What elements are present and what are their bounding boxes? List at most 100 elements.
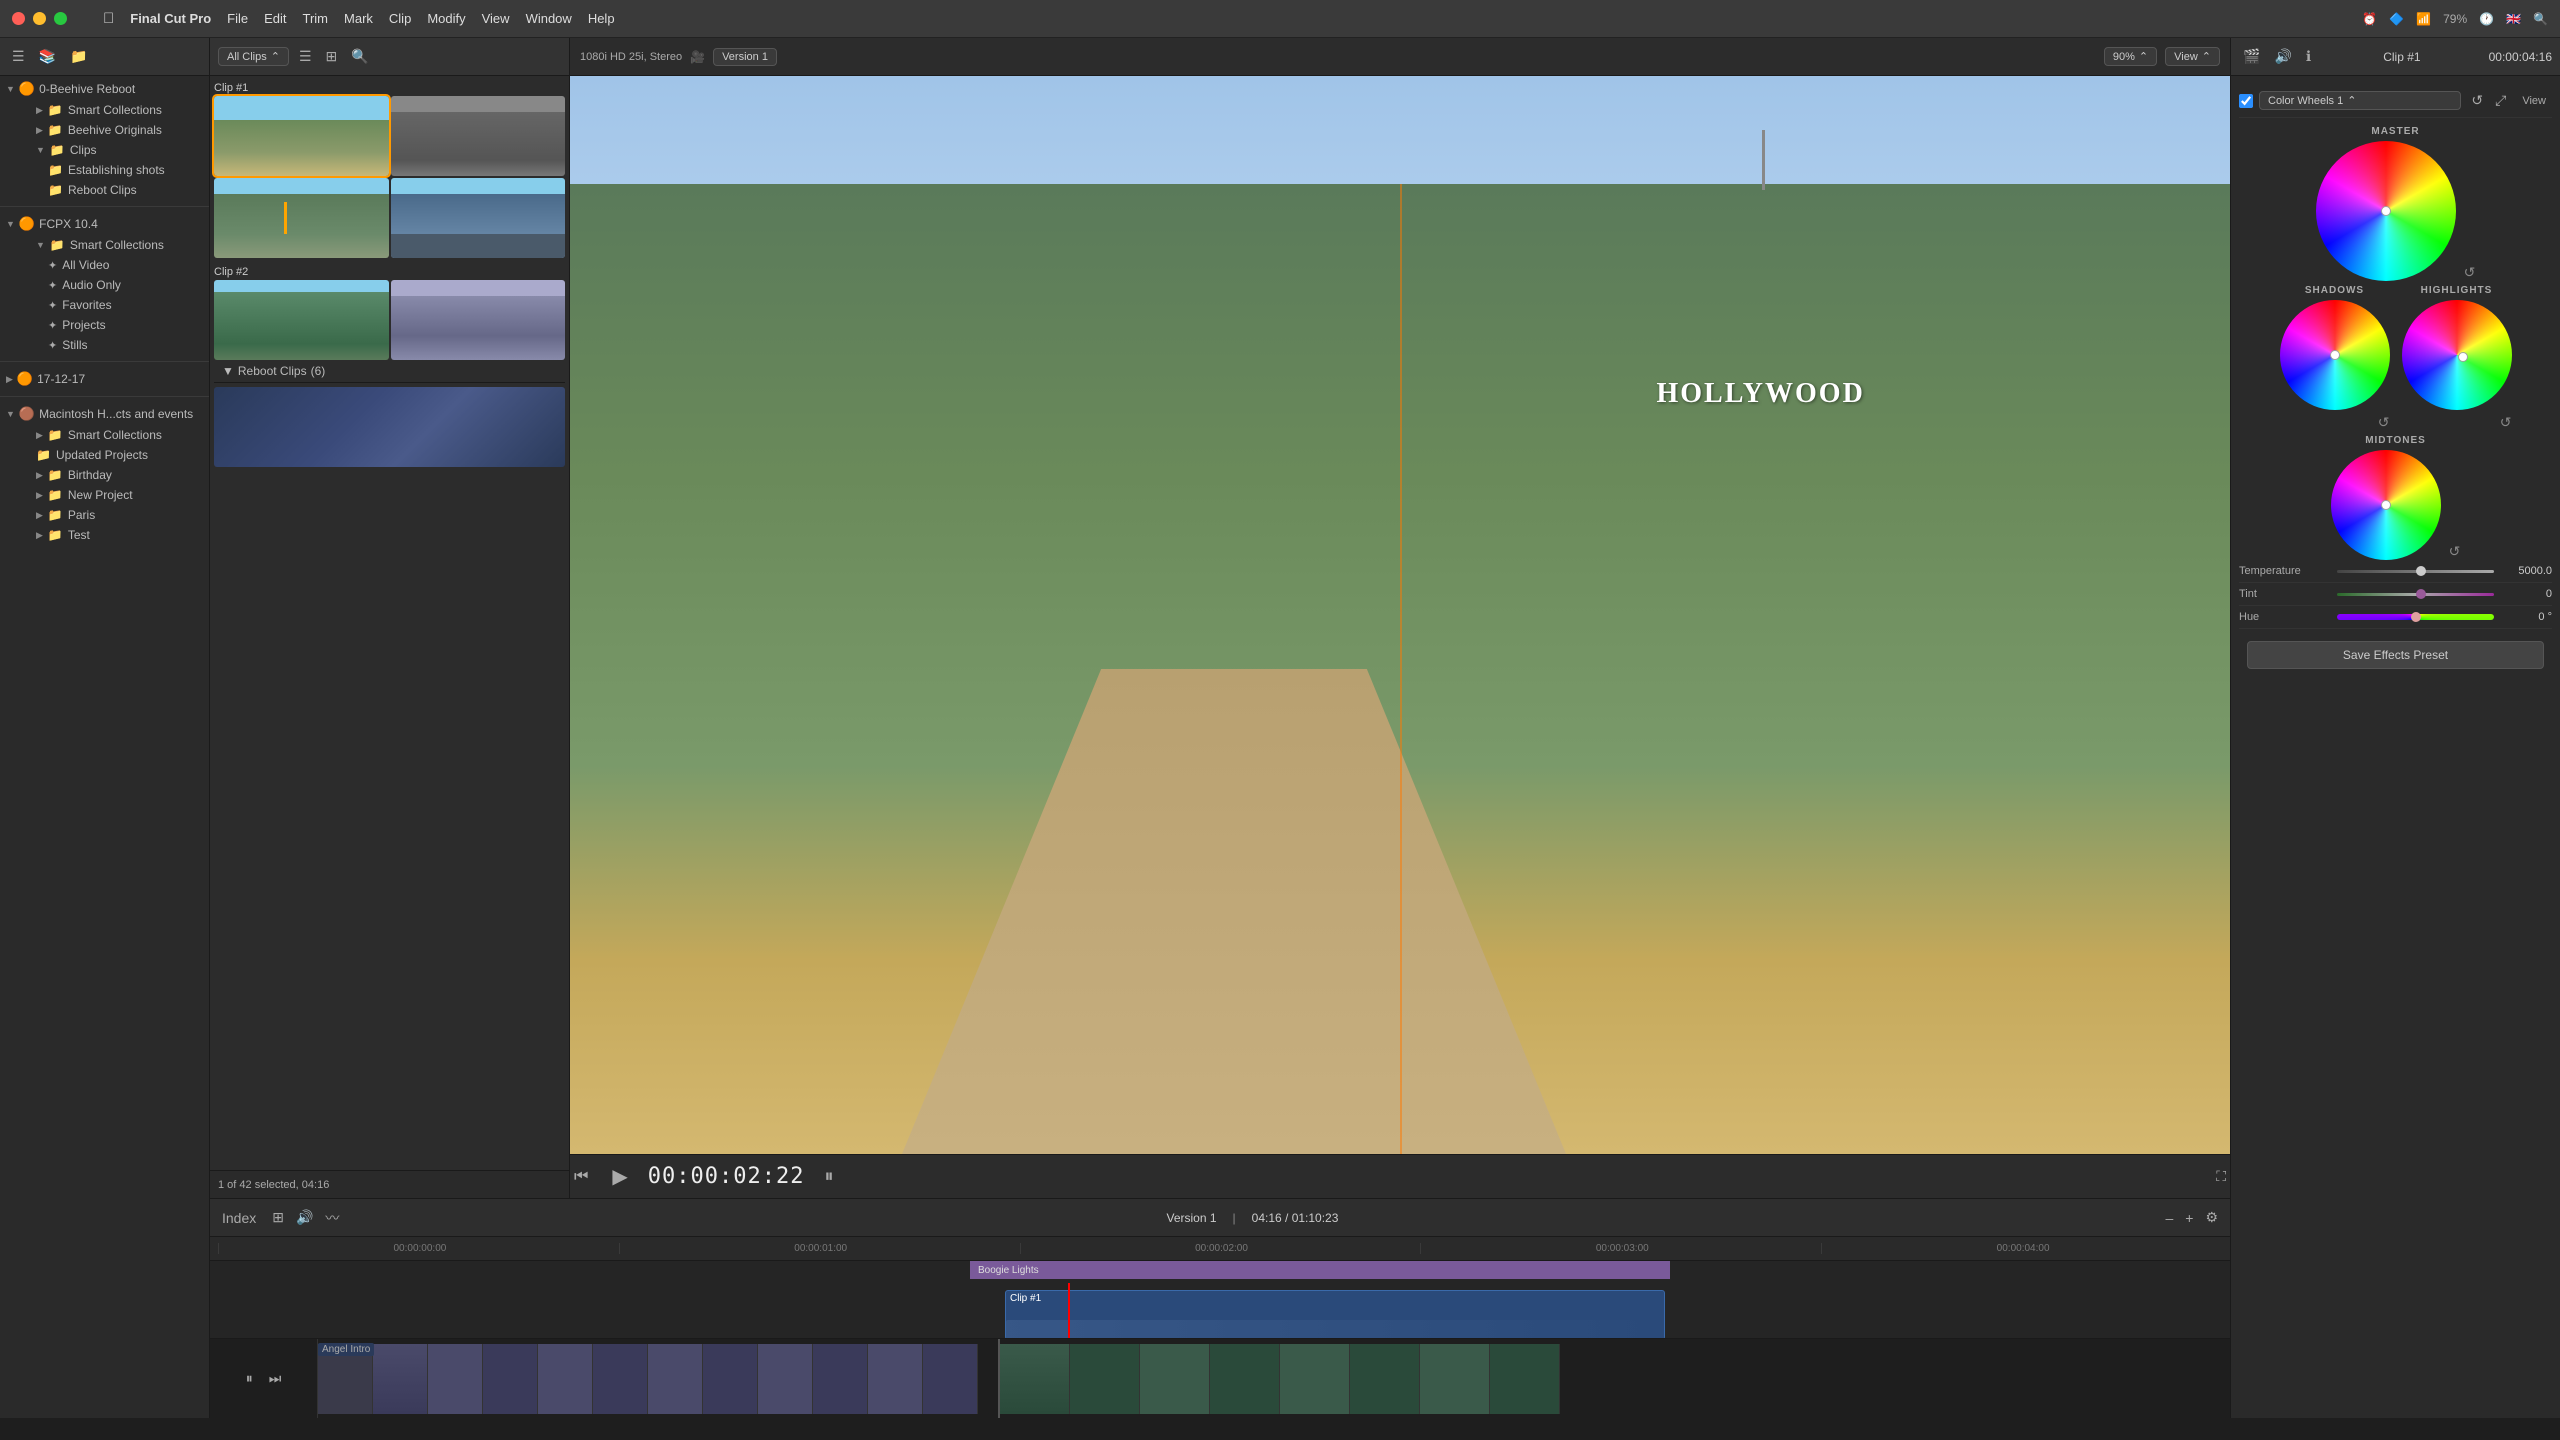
beehive-reboot-header[interactable]: ▼ 🟠 0-Beehive Reboot [0,78,209,100]
master-color-wheel[interactable] [2316,141,2456,281]
reboot-clips-section-header[interactable]: ▼ Reboot Clips (6) [214,360,565,383]
master-reset-button[interactable]: ↺ [2464,264,2476,281]
shadows-color-wheel[interactable] [2280,300,2390,410]
timeline-waveform-button[interactable]: 〰 [321,1206,343,1230]
save-effects-preset-button[interactable]: Save Effects Preset [2247,641,2544,669]
projects-star-icon: ✦ [48,319,57,332]
sidebar-item-test[interactable]: ▶ 📁 Test [0,525,209,545]
library-icon-button[interactable]: 📚 [35,46,60,67]
all-clips-dropdown[interactable]: All Clips ⌃ [218,47,289,66]
mark-menu-item[interactable]: Mark [344,11,373,26]
file-menu-item[interactable]: File [227,11,248,26]
pause-button[interactable]: ⏸ [821,1164,838,1189]
apple-menu[interactable]:  [103,10,114,27]
beehive-reboot-label: 0-Beehive Reboot [39,82,135,96]
modify-menu-item[interactable]: Modify [427,11,465,26]
clip-thumb-6[interactable] [391,280,566,360]
close-button[interactable] [12,12,25,25]
browser-filmstrip-view-button[interactable]: ⊞ [322,46,342,67]
sidebar-item-updated-projects[interactable]: 📁 Updated Projects [0,445,209,465]
highlights-color-wheel[interactable] [2402,300,2512,410]
fcpx-menu-item[interactable]: Final Cut Pro [130,11,211,26]
midtones-color-wheel[interactable] [2331,450,2441,560]
clip-thumb-1[interactable] [214,96,389,176]
sidebar-item-all-video[interactable]: ✦ All Video [0,255,209,275]
sidebar-item-favorites[interactable]: ✦ Favorites [0,295,209,315]
inspector-view-btn[interactable]: View [2516,93,2552,109]
timeline-zoom-in-button[interactable]: + [2181,1207,2197,1228]
temperature-value: 5000.0 [2502,565,2552,577]
inspector-video-button[interactable]: 🎬 [2239,46,2264,67]
wifi-icon: 📶 [2416,12,2431,26]
clip-thumb-5[interactable] [214,280,389,360]
clip-thumb-3[interactable] [214,178,389,258]
tint-slider[interactable] [2337,593,2494,596]
sidebar-item-audio-only[interactable]: ✦ Audio Only [0,275,209,295]
sidebar-item-reboot-clips[interactable]: 📁 Reboot Clips [0,180,209,200]
tint-thumb [2416,589,2426,599]
sidebar-item-clips[interactable]: ▼ 📁 Clips [0,140,209,160]
timeline-skip-button[interactable]: ⏭ [265,1368,286,1389]
clip1-track-block[interactable]: Clip #1 [1005,1290,1665,1338]
edit-menu-item[interactable]: Edit [264,11,286,26]
effect-enable-checkbox[interactable] [2239,94,2253,108]
highlights-reset-button[interactable]: ↺ [2500,414,2512,431]
sidebar-item-birthday[interactable]: ▶ 📁 Birthday [0,465,209,485]
inspector-info-button[interactable]: ℹ [2302,46,2315,67]
shadows-reset-button[interactable]: ↺ [2378,414,2390,431]
sidebar-toggle-button[interactable]: ☰ [8,46,29,67]
effect-expand-button[interactable]: ⤢ [2491,90,2510,111]
clip15-filmstrip [1000,1344,2230,1414]
clip-thumb-2[interactable] [391,96,566,176]
play-button[interactable]: ▶ [608,1162,631,1191]
timeline-zoom-out-button[interactable]: – [2161,1207,2177,1228]
minimize-button[interactable] [33,12,46,25]
view-menu-item[interactable]: View [482,11,510,26]
inspector-clip-name: Clip #1 [2383,50,2420,64]
clip15-frame-4 [1210,1344,1280,1414]
zoom-dropdown[interactable]: 90% ⌃ [2104,47,2157,66]
clip-menu-item[interactable]: Clip [389,11,411,26]
sc3-label: Smart Collections [68,428,162,442]
temperature-slider[interactable] [2337,570,2494,573]
effect-reset-button[interactable]: ↺ [2467,90,2487,111]
sidebar-item-establishing-shots[interactable]: 📁 Establishing shots [0,160,209,180]
sidebar-item-smart-collections-1[interactable]: ▶ 📁 Smart Collections [0,100,209,120]
window-menu-item[interactable]: Window [526,11,572,26]
search-icon[interactable]: 🔍 [2533,12,2548,26]
version-dropdown[interactable]: Version 1 [713,48,777,66]
fullscreen-viewer-button[interactable]: ⛶ [2212,1166,2230,1187]
event-icon-button[interactable]: 📁 [66,46,91,67]
sidebar-item-new-project[interactable]: ▶ 📁 New Project [0,485,209,505]
sidebar-item-paris[interactable]: ▶ 📁 Paris [0,505,209,525]
sidebar-item-stills[interactable]: ✦ Stills [0,335,209,355]
midtones-reset-button[interactable]: ↺ [2449,543,2461,560]
timeline-audio-button[interactable]: 🔊 [292,1206,317,1230]
clip-thumb-4[interactable] [391,178,566,258]
browser-search-button[interactable]: 🔍 [347,46,372,67]
timeline-clip-view-button[interactable]: ⊞ [268,1206,288,1230]
est-folder-icon: 📁 [48,163,63,177]
effect-name-dropdown[interactable]: Color Wheels 1 ⌃ [2259,91,2461,110]
help-menu-item[interactable]: Help [588,11,615,26]
fullscreen-button[interactable] [54,12,67,25]
viewer-view-dropdown[interactable]: View ⌃ [2165,47,2220,66]
sidebar-item-beehive-originals[interactable]: ▶ 📁 Beehive Originals [0,120,209,140]
sidebar-item-smart-collections-3[interactable]: ▶ 📁 Smart Collections [0,425,209,445]
timeline-settings-button[interactable]: ⚙ [2201,1207,2222,1228]
play-to-beginning-button[interactable]: ⏮ [570,1166,592,1188]
inspector-audio-button[interactable]: 🔊 [2270,46,2295,67]
timeline-play-button[interactable]: ⏸ [242,1368,257,1389]
sidebar-item-projects[interactable]: ✦ Projects [0,315,209,335]
effect-header: Color Wheels 1 ⌃ ↺ ⤢ View [2239,84,2552,118]
macintosh-header[interactable]: ▼ 🟤 Macintosh H...cts and events [0,403,209,425]
effect-name-label: Color Wheels 1 [2268,95,2343,107]
hue-slider[interactable] [2337,614,2494,620]
trim-menu-item[interactable]: Trim [303,11,329,26]
sidebar-item-smart-collections-2[interactable]: ▼ 📁 Smart Collections [0,235,209,255]
17-12-17-header[interactable]: ▶ 🟠 17-12-17 [0,368,209,390]
index-button[interactable]: Index [218,1208,260,1228]
fcpx-header[interactable]: ▼ 🟠 FCPX 10.4 [0,213,209,235]
browser-list-view-button[interactable]: ☰ [295,46,316,67]
reboot-thumb-1[interactable] [214,387,565,467]
